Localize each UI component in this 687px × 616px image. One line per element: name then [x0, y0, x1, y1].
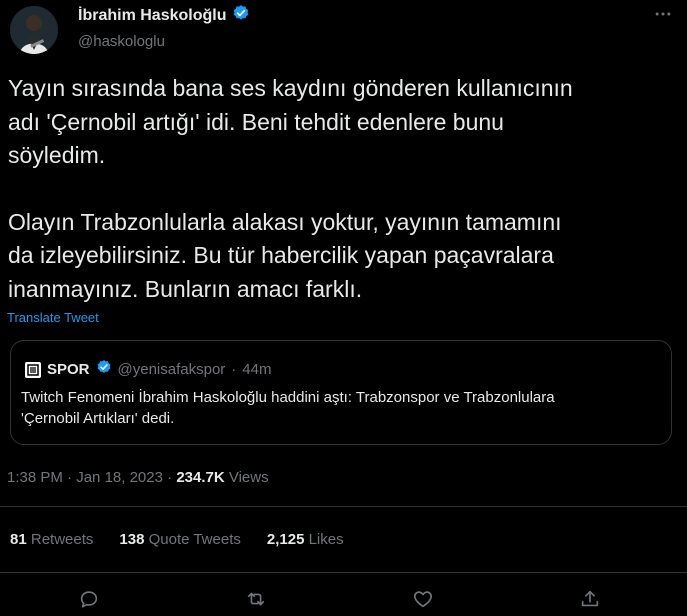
separator-dot: ·	[231, 361, 237, 378]
divider	[0, 572, 687, 573]
tweet-date[interactable]: Jan 18, 2023	[76, 469, 163, 486]
quote-tweets-count: 138	[119, 531, 145, 548]
likes-count: 2,125	[266, 531, 305, 548]
quoted-tweet-line: 'Çernobil Artıkları' dedi.	[21, 410, 175, 427]
quoted-tweet-header: SPOR @yenisafakspor · 44m	[25, 359, 271, 380]
retweets-stat[interactable]: 81 Retweets	[10, 531, 93, 548]
spor-logo-icon	[25, 361, 41, 378]
tweet-line: inanmayınız. Bunların amacı farklı.	[8, 275, 363, 302]
retweet-icon[interactable]	[243, 586, 269, 612]
quoted-tweet-line: Twitch Fenomeni İbrahim Haskoloğlu haddi…	[21, 389, 555, 406]
reply-icon[interactable]	[76, 586, 102, 612]
engagement-stats: 81 Retweets 138 Quote Tweets 2,125 Likes	[10, 531, 344, 548]
more-icon[interactable]	[653, 4, 673, 29]
tweet-text: Yayın sırasında bana ses kaydını göndere…	[8, 72, 678, 306]
likes-stat[interactable]: 2,125 Likes	[267, 531, 344, 548]
quote-tweets-label: Quote Tweets	[148, 531, 241, 548]
tweet-line: da izleyebilirsiniz. Bu tür habercilik y…	[8, 242, 554, 268]
quoted-tweet-text: Twitch Fenomeni İbrahim Haskoloğlu haddi…	[21, 387, 661, 429]
tweet-line: adı 'Çernobil artığı' idi. Beni tehdit e…	[8, 108, 504, 135]
verified-badge-icon	[96, 359, 112, 380]
quote-tweets-stat[interactable]: 138 Quote Tweets	[119, 531, 240, 548]
separator-dot: ·	[67, 469, 73, 486]
separator-dot: ·	[167, 469, 173, 486]
tweet-line: söyledim.	[8, 142, 106, 168]
tweet-line: Yayın sırasında bana ses kaydını göndere…	[8, 75, 573, 101]
tweet-time[interactable]: 1:38 PM	[7, 469, 63, 486]
divider	[0, 506, 687, 507]
views-label: Views	[228, 469, 269, 486]
retweets-count: 81	[10, 531, 27, 548]
author-handle[interactable]: @haskologlu	[78, 33, 250, 50]
avatar-image	[10, 6, 58, 54]
quoted-tweet[interactable]: SPOR @yenisafakspor · 44m Twitch Fenomen…	[10, 340, 672, 445]
views-count: 234.7K	[176, 469, 225, 486]
quoted-author-handle: @yenisafakspor	[117, 361, 226, 378]
avatar[interactable]	[10, 6, 58, 54]
quoted-tweet-time: 44m	[242, 361, 272, 378]
share-icon[interactable]	[577, 586, 603, 612]
likes-label: Likes	[308, 531, 344, 548]
retweets-label: Retweets	[30, 531, 94, 548]
quoted-author-name: SPOR	[47, 361, 90, 378]
author-info: İbrahim Haskoloğlu @haskologlu	[78, 4, 250, 50]
tweet-actions	[0, 586, 687, 614]
tweet-line: Olayın Trabzonlularla alakası yoktur, ya…	[8, 208, 562, 235]
verified-badge-icon	[232, 4, 250, 27]
author-name[interactable]: İbrahim Haskoloğlu	[78, 7, 226, 25]
tweet-meta: 1:38 PM · Jan 18, 2023 · 234.7K Views	[7, 469, 269, 486]
translate-tweet-link[interactable]: Translate Tweet	[7, 310, 99, 325]
like-icon[interactable]	[410, 586, 436, 612]
